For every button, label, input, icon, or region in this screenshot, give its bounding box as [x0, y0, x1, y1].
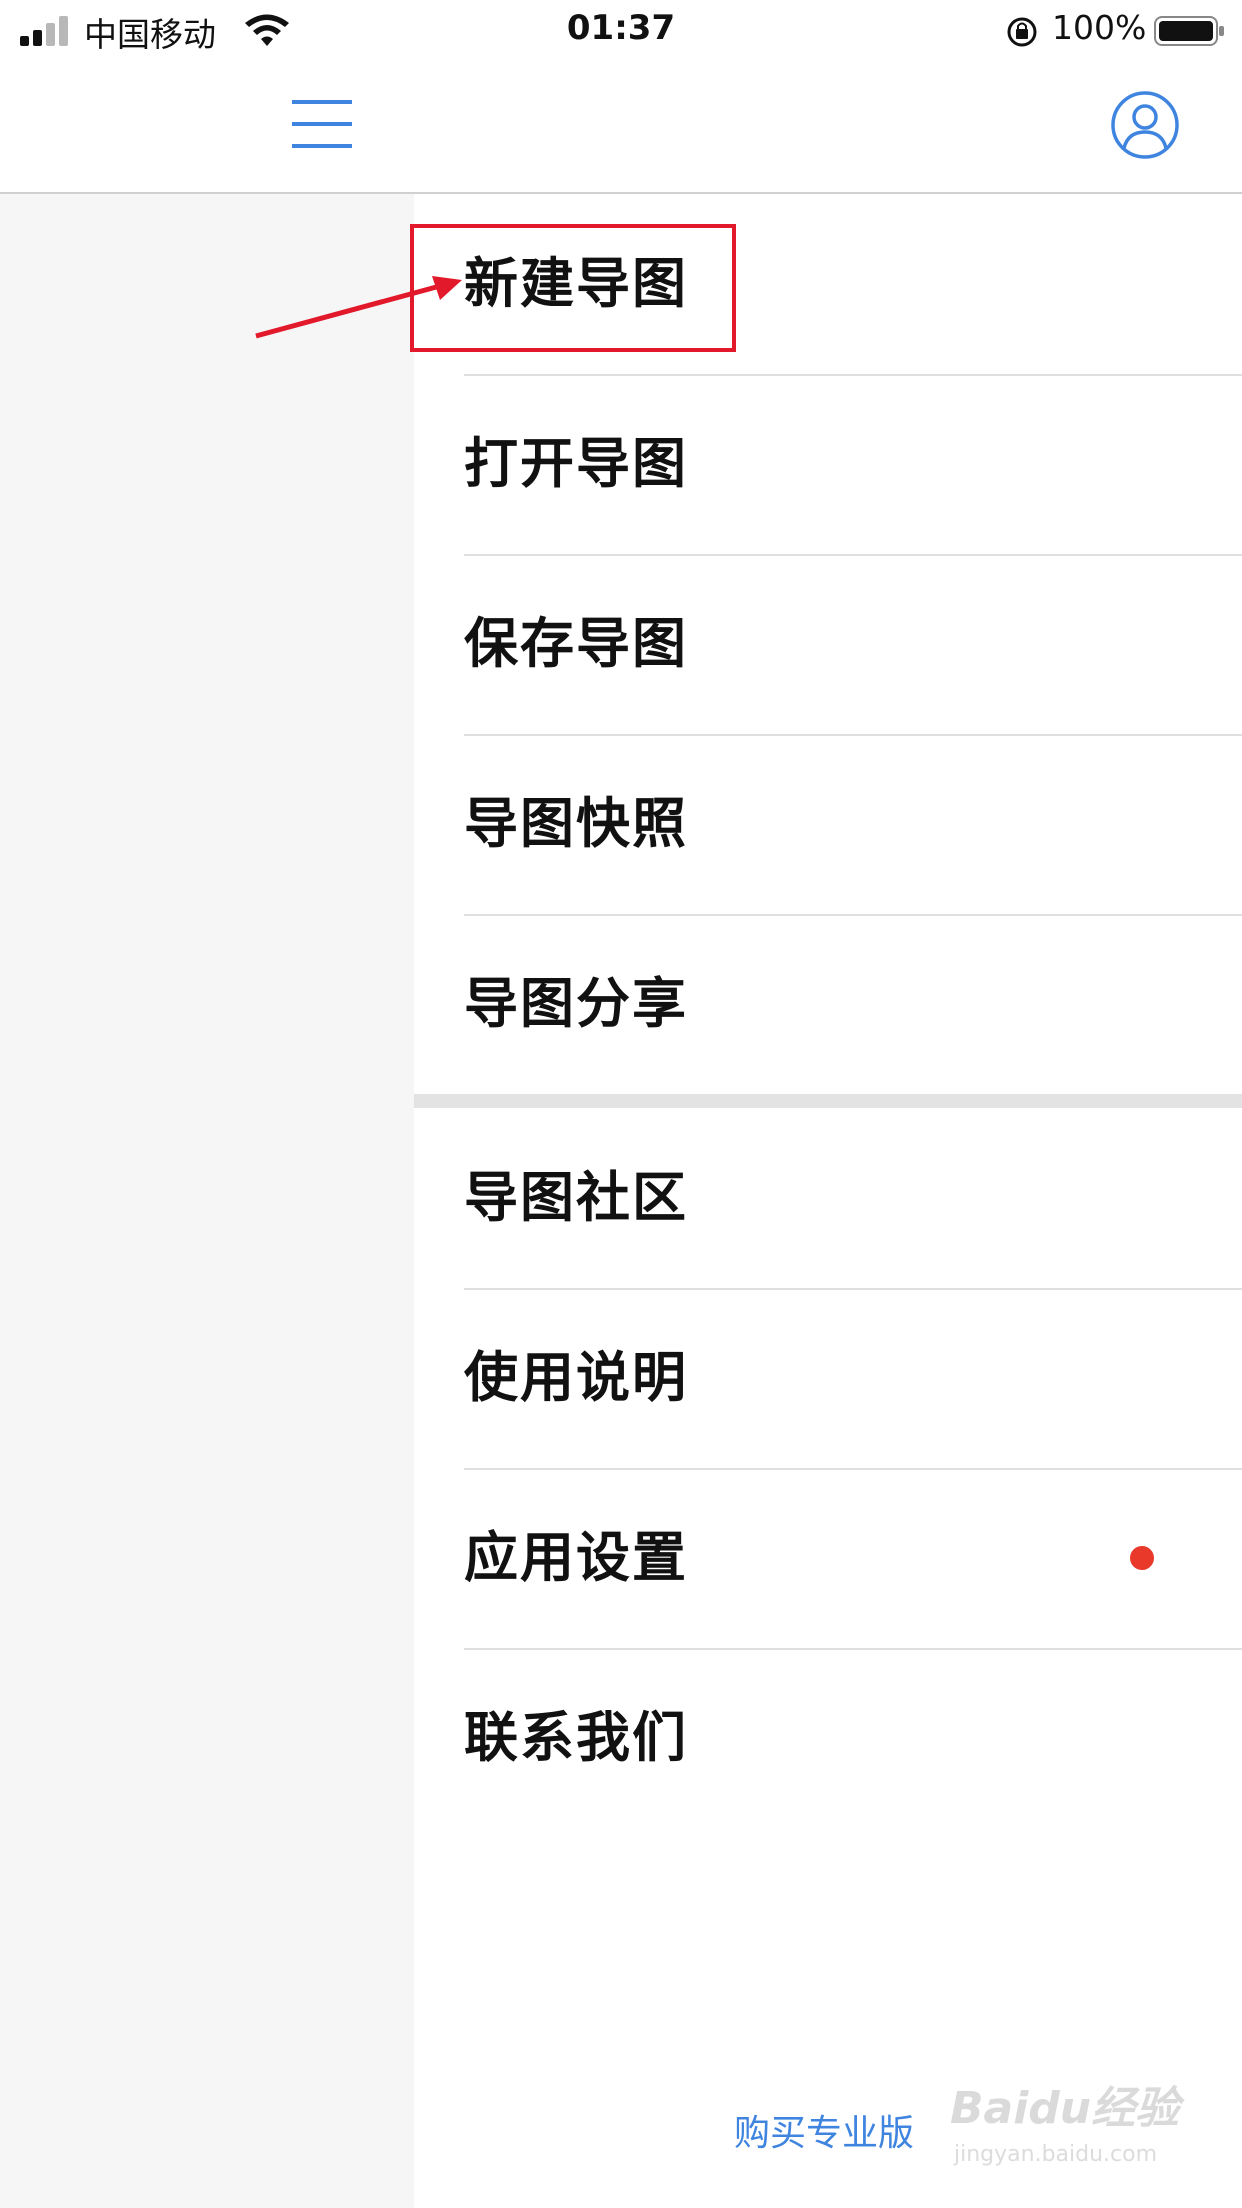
user-profile-icon[interactable] — [1110, 90, 1180, 160]
notification-dot — [1130, 1546, 1154, 1570]
menu-item-map-snapshot[interactable]: 导图快照 — [464, 734, 1242, 916]
menu-item-instructions[interactable]: 使用说明 — [464, 1288, 1242, 1470]
baidu-jingyan-watermark: Baidu经验 jingyan.baidu.com — [950, 2072, 1180, 2182]
annotation-arrow-icon — [255, 276, 462, 339]
menu-item-label: 导图分享 — [464, 972, 688, 1035]
watermark-url: jingyan.baidu.com — [954, 2142, 1158, 2167]
hamburger-menu-icon[interactable] — [290, 98, 354, 150]
menu-item-open-map[interactable]: 打开导图 — [464, 374, 1242, 556]
battery-icon — [1154, 16, 1224, 46]
menu-item-label: 应用设置 — [464, 1526, 688, 1589]
watermark-brand: Baidu经验 — [950, 2083, 1180, 2134]
menu-item-label: 使用说明 — [464, 1346, 688, 1409]
menu-item-share-map[interactable]: 导图分享 — [464, 914, 1242, 1094]
rotation-lock-icon — [1007, 17, 1037, 47]
menu-item-contact-us[interactable]: 联系我们 — [464, 1648, 1242, 1828]
menu-item-save-map[interactable]: 保存导图 — [464, 554, 1242, 736]
menu-item-label: 联系我们 — [464, 1706, 688, 1769]
status-bar: 中国移动 01:37 100% — [0, 0, 1242, 62]
menu-item-label: 保存导图 — [464, 612, 688, 675]
menu-item-label: 导图社区 — [464, 1166, 688, 1229]
menu-item-community[interactable]: 导图社区 — [464, 1108, 1242, 1290]
top-nav-bar — [0, 62, 1242, 194]
buy-pro-link[interactable]: 购买专业版 — [734, 2104, 914, 2156]
menu-item-app-settings[interactable]: 应用设置 — [464, 1468, 1242, 1650]
side-drawer-menu: 新建导图 打开导图 保存导图 导图快照 导图分享 导图社区 使用说明 应用设置 … — [414, 194, 1242, 2208]
battery-percentage: 100% — [1052, 8, 1147, 47]
section-divider — [414, 1094, 1242, 1108]
background-overlay[interactable] — [0, 194, 414, 2208]
menu-item-label: 导图快照 — [464, 792, 688, 855]
menu-item-label: 打开导图 — [464, 432, 688, 495]
